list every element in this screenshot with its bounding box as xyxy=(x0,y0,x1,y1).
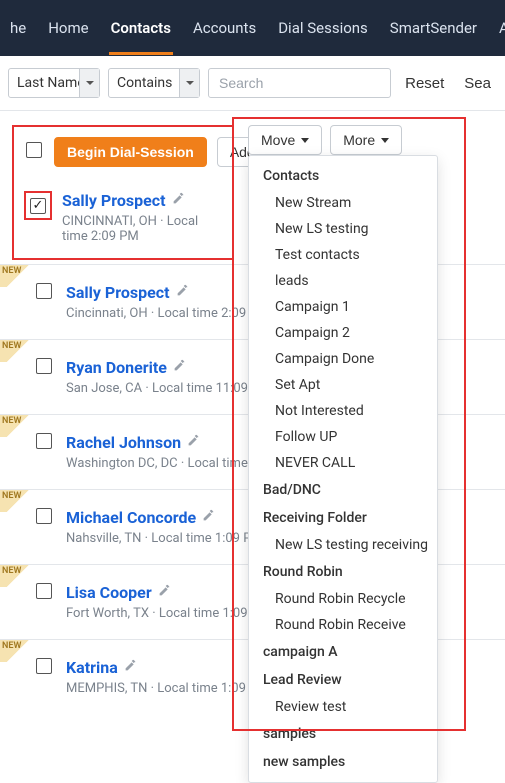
contact-subtext: MEMPHIS, TN · Local time 1:09 PM xyxy=(66,681,269,696)
select-all-checkbox[interactable] xyxy=(26,142,42,158)
filter-bar: Last Name Contains Reset Sea xyxy=(0,56,505,111)
field-select[interactable]: Last Name xyxy=(8,68,100,98)
move-menu-item[interactable]: NEVER CALL xyxy=(249,450,437,476)
move-menu-item[interactable]: Test contacts xyxy=(249,242,437,268)
new-badge: NEW xyxy=(0,640,36,662)
move-menu-item[interactable]: Campaign Done xyxy=(249,346,437,372)
move-menu-item[interactable]: Campaign 2 xyxy=(249,320,437,346)
more-button[interactable]: More xyxy=(330,125,402,155)
caret-down-icon xyxy=(301,138,309,143)
nav-item-dial-sessions[interactable]: Dial Sessions xyxy=(276,1,370,55)
pencil-icon[interactable] xyxy=(202,509,215,526)
nav-item-accounts[interactable]: Accounts xyxy=(191,1,258,55)
begin-dial-session-button[interactable]: Begin Dial-Session xyxy=(54,137,207,167)
new-badge: NEW xyxy=(0,265,36,287)
move-menu-header[interactable]: Lead Review xyxy=(249,666,437,694)
contact-checkbox[interactable] xyxy=(30,198,46,214)
contact-checkbox[interactable] xyxy=(36,433,52,449)
contact-name-link[interactable]: Ryan Donerite xyxy=(66,358,167,377)
move-menu-item[interactable]: Campaign 1 xyxy=(249,294,437,320)
field-select-value: Last Name xyxy=(17,75,85,91)
highlight-box-checkbox xyxy=(24,191,52,220)
move-menu-header[interactable]: samples xyxy=(249,720,437,748)
move-menu-header[interactable]: new samples xyxy=(249,748,437,776)
contact-name-link[interactable]: Sally Prospect xyxy=(62,191,166,210)
pencil-icon[interactable] xyxy=(187,434,200,451)
nav-item-appointments[interactable]: Appointmen xyxy=(497,1,505,55)
pencil-icon[interactable] xyxy=(124,659,137,676)
selected-contact-row: Sally Prospect CINCINNATI, OH · Local ti… xyxy=(24,191,222,244)
contact-checkbox[interactable] xyxy=(36,658,52,674)
move-menu-item[interactable]: Round Robin Recycle xyxy=(249,586,437,612)
contact-checkbox[interactable] xyxy=(36,358,52,374)
move-menu-header[interactable]: Contacts xyxy=(249,162,437,190)
contact-subtext: CINCINNATI, OH · Local time 2:09 PM xyxy=(62,214,222,244)
move-dropdown[interactable]: ContactsNew StreamNew LS testingTest con… xyxy=(248,155,438,783)
contact-subtext: Cincinnati, OH · Local time 2:09 PM xyxy=(66,306,269,321)
contact-subtext: Fort Worth, TX · Local time 1:09 PM xyxy=(66,606,270,621)
more-button-label: More xyxy=(343,132,375,148)
contact-name-link[interactable]: Katrina xyxy=(66,658,118,677)
pencil-icon[interactable] xyxy=(173,359,186,376)
move-menu-item[interactable]: Review test xyxy=(249,694,437,720)
operator-select-value: Contains xyxy=(117,75,172,91)
new-badge: NEW xyxy=(0,565,36,587)
move-menu-item[interactable]: New LS testing xyxy=(249,216,437,242)
pencil-icon[interactable] xyxy=(176,284,189,301)
nav-item-home[interactable]: Home xyxy=(46,1,90,55)
highlight-box-selection: Begin Dial-Session Add Event Sally Prosp… xyxy=(12,125,234,260)
contact-checkbox[interactable] xyxy=(36,583,52,599)
move-menu-item[interactable]: New LS testing receiving xyxy=(249,532,437,558)
move-button[interactable]: Move xyxy=(248,125,322,155)
caret-down-icon xyxy=(381,138,389,143)
move-menu-item[interactable]: Set Apt xyxy=(249,372,437,398)
move-menu-header[interactable]: Bad/DNC xyxy=(249,476,437,504)
move-menu-header[interactable]: Round Robin xyxy=(249,558,437,586)
move-menu-header[interactable]: Receiving Folder xyxy=(249,504,437,532)
contact-subtext: San Jose, CA · Local time 11:09 AM xyxy=(66,381,271,396)
pencil-icon[interactable] xyxy=(158,584,171,601)
search-input[interactable] xyxy=(208,68,391,98)
move-menu-item[interactable]: Not Interested xyxy=(249,398,437,424)
move-menu-header[interactable]: campaign A xyxy=(249,638,437,666)
chevron-down-icon xyxy=(179,69,199,97)
move-button-label: Move xyxy=(261,132,295,148)
toolbar-right: Move More xyxy=(248,125,402,155)
toolbar: Begin Dial-Session Add Event xyxy=(24,137,222,167)
contact-name-link[interactable]: Michael Concorde xyxy=(66,508,196,527)
contact-name-link[interactable]: Rachel Johnson xyxy=(66,433,181,452)
move-menu-item[interactable]: Follow UP xyxy=(249,424,437,450)
contact-checkbox[interactable] xyxy=(36,508,52,524)
nav-item-smartsender[interactable]: SmartSender xyxy=(388,1,479,55)
contact-subtext: Nahsville, TN · Local time 1:09 PM xyxy=(66,531,263,546)
operator-select[interactable]: Contains xyxy=(108,68,200,98)
toolbar-region: Begin Dial-Session Add Event Sally Prosp… xyxy=(0,111,505,264)
new-badge: NEW xyxy=(0,340,36,362)
new-badge: NEW xyxy=(0,415,36,437)
contact-name-link[interactable]: Sally Prospect xyxy=(66,283,170,302)
chevron-down-icon xyxy=(79,69,99,97)
contact-checkbox[interactable] xyxy=(36,283,52,299)
move-menu-item[interactable]: Round Robin Receive xyxy=(249,612,437,638)
contact-name-link[interactable]: Lisa Cooper xyxy=(66,583,152,602)
move-menu-item[interactable]: leads xyxy=(249,268,437,294)
nav-item-contacts[interactable]: Contacts xyxy=(109,1,173,55)
pencil-icon[interactable] xyxy=(172,192,185,209)
reset-button[interactable]: Reset xyxy=(399,71,450,96)
top-nav: he Home Contacts Accounts Dial Sessions … xyxy=(0,0,505,56)
move-menu-item[interactable]: New Stream xyxy=(249,190,437,216)
nav-item-trunc-left[interactable]: he xyxy=(8,1,28,55)
new-badge: NEW xyxy=(0,490,36,512)
search-button[interactable]: Sea xyxy=(458,71,497,96)
